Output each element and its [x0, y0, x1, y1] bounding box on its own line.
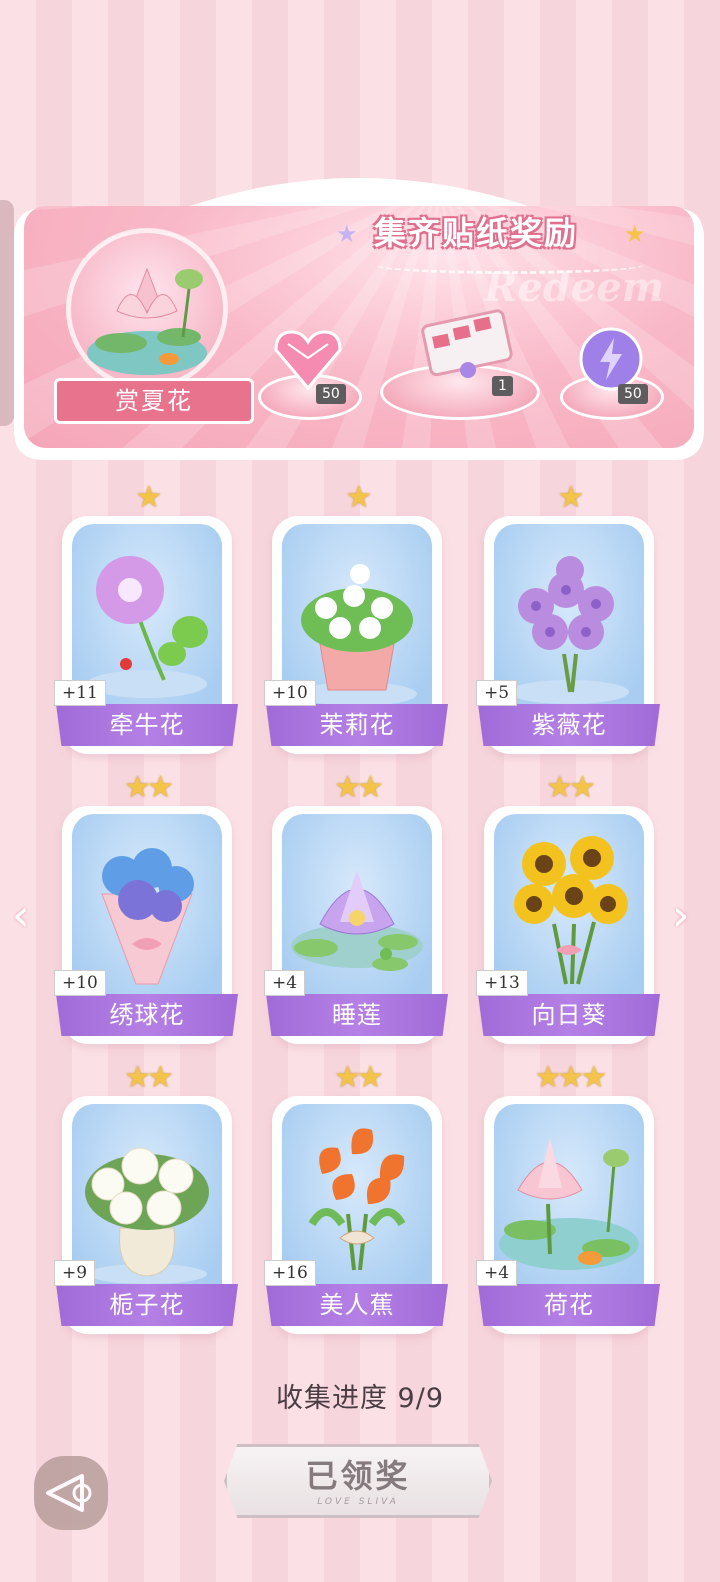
rarity-star-icon: ★★: [546, 770, 596, 805]
card-count-badge: +11: [54, 680, 106, 706]
star-decoration-icon: ★: [336, 220, 358, 248]
flower-card[interactable]: ★★ 向日葵 +13: [476, 770, 660, 1044]
rarity-star-icon: ★: [135, 480, 163, 515]
card-count-badge: +9: [54, 1260, 96, 1286]
card-name: 茉莉花: [266, 704, 448, 746]
rarity-star-icon: ★★: [124, 770, 174, 805]
card-count-badge: +4: [264, 970, 306, 996]
card-name: 牵牛花: [56, 704, 238, 746]
back-button[interactable]: [34, 1456, 108, 1530]
flower-card[interactable]: ★★★ 荷花 +4: [476, 1060, 660, 1334]
claimed-sublabel: LOVE SLIVA: [317, 1497, 399, 1507]
card-count-badge: +5: [476, 680, 518, 706]
rarity-star-icon: ★★: [334, 770, 384, 805]
card-count-badge: +13: [476, 970, 528, 996]
rarity-star-icon: ★★: [124, 1060, 174, 1095]
claimed-label: 已领奖: [305, 1457, 411, 1495]
rarity-star-icon: ★: [557, 480, 585, 515]
rarity-star-icon: ★: [345, 480, 373, 515]
claimed-button[interactable]: 已领奖 LOVE SLIVA: [224, 1444, 492, 1518]
star-decoration-icon: ★: [624, 220, 646, 248]
prev-page-arrow-icon[interactable]: ‹: [12, 890, 30, 941]
dashed-divider: [374, 256, 644, 274]
card-count-badge: +10: [264, 680, 316, 706]
card-count-badge: +4: [476, 1260, 518, 1286]
rarity-star-icon: ★★: [334, 1060, 384, 1095]
card-name: 向日葵: [478, 994, 660, 1036]
banner-title: 集齐贴纸奖励: [374, 214, 579, 252]
reward-banner: Redeem ★ ★ 集齐贴纸奖励 赏夏花 50 1 50: [14, 178, 704, 460]
theme-name-label: 赏夏花: [54, 378, 254, 424]
back-arrow-icon: [46, 1474, 92, 1512]
card-name: 荷花: [478, 1284, 660, 1326]
card-name: 美人蕉: [266, 1284, 448, 1326]
card-name: 紫薇花: [478, 704, 660, 746]
lotus-theme-icon: [66, 228, 228, 390]
flower-card[interactable]: ★★ 美人蕉 +16: [264, 1060, 448, 1334]
card-name: 睡莲: [266, 994, 448, 1036]
flower-card[interactable]: ★★ 睡莲 +4: [264, 770, 448, 1044]
flower-card[interactable]: ★★ 栀子花 +9: [54, 1060, 238, 1334]
flower-card[interactable]: ★★ 绣球花 +10: [54, 770, 238, 1044]
rarity-star-icon: ★★★: [534, 1060, 608, 1095]
flower-card[interactable]: ★ 茉莉花 +10: [264, 480, 448, 754]
card-name: 栀子花: [56, 1284, 238, 1326]
card-count-badge: +10: [54, 970, 106, 996]
flower-card[interactable]: ★ 紫薇花 +5: [476, 480, 660, 754]
side-drawer-tab[interactable]: [0, 200, 14, 426]
card-name: 绣球花: [56, 994, 238, 1036]
reward-count: 1: [492, 376, 513, 396]
next-page-arrow-icon[interactable]: ›: [672, 890, 690, 941]
collection-progress: 收集进度 9/9: [275, 1383, 445, 1414]
reward-count: 50: [618, 384, 648, 404]
reward-count: 50: [316, 384, 346, 404]
card-count-badge: +16: [264, 1260, 316, 1286]
gift-box-icon: [416, 298, 516, 386]
flower-card[interactable]: ★ 牵牛花 +11: [54, 480, 238, 754]
